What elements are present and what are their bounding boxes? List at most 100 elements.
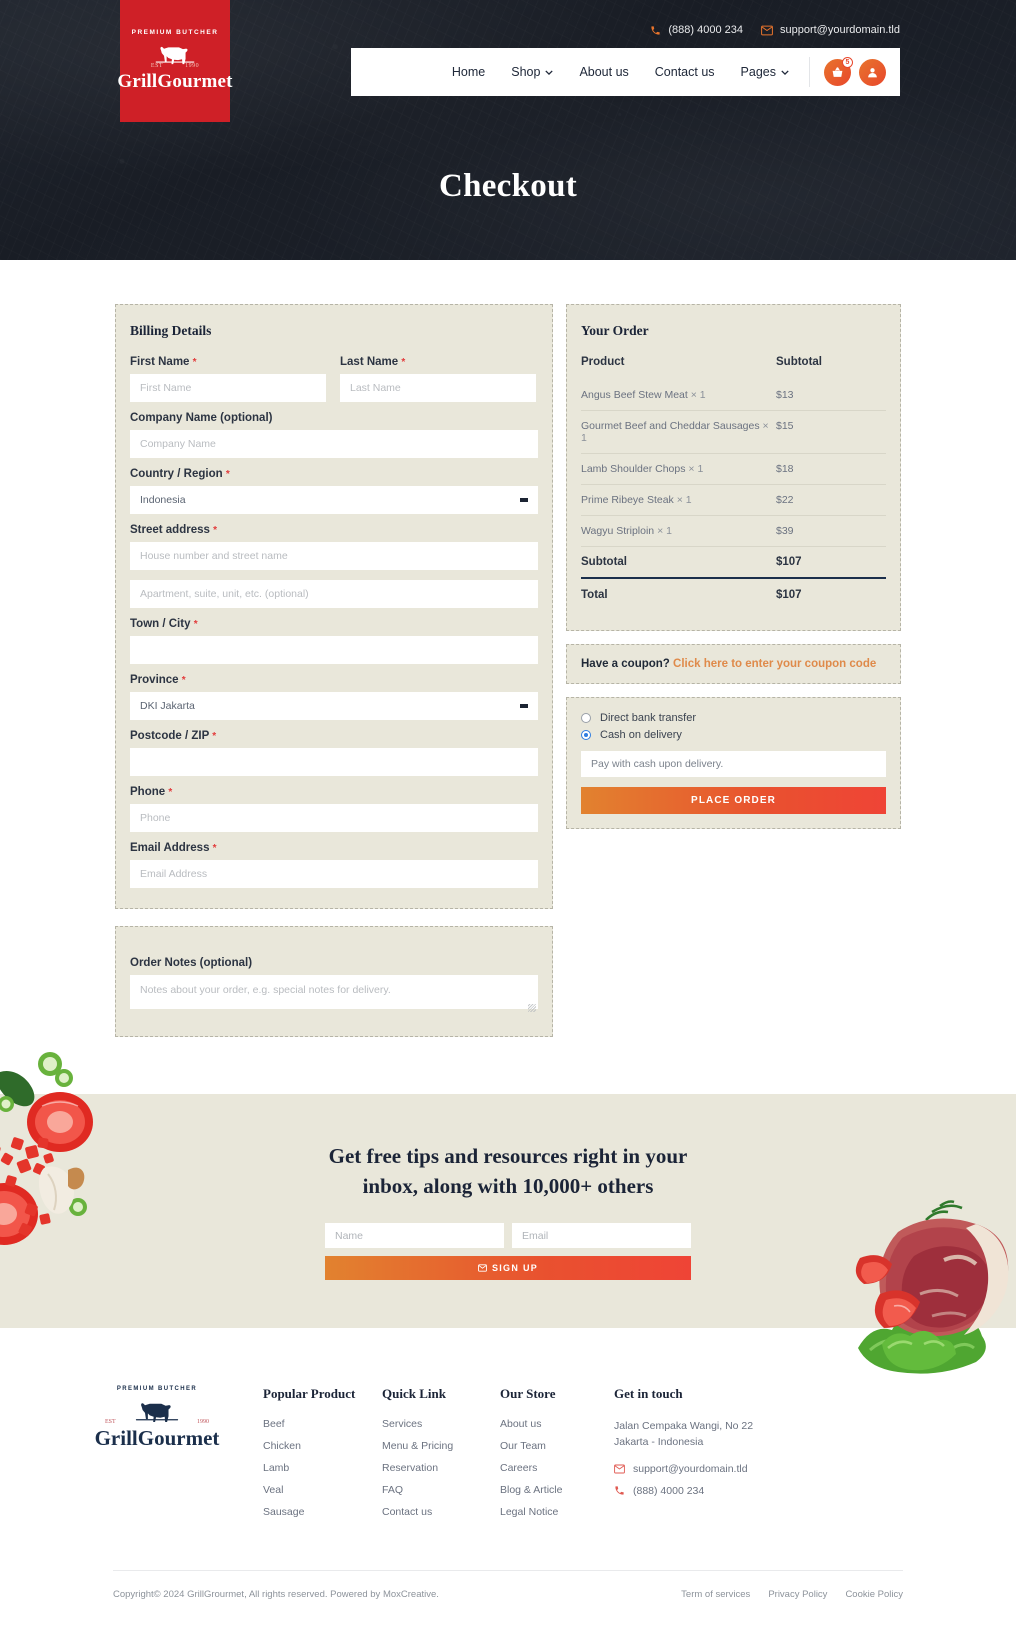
nav-item-contact-us[interactable]: Contact us [655, 65, 715, 79]
nav-item-pages[interactable]: Pages [741, 65, 789, 79]
account-button[interactable] [859, 58, 886, 86]
footer-link-reservation[interactable]: Reservation [382, 1462, 500, 1474]
footer-link-services[interactable]: Services [382, 1418, 500, 1430]
footer-link-faq[interactable]: FAQ [382, 1484, 500, 1496]
nav-links: Home Shop About us Contact us Pages [452, 65, 809, 79]
last-name-label: Last Name * [340, 356, 536, 368]
order-notes-panel: Order Notes (optional) [115, 926, 553, 1037]
legal-link-cookie-policy[interactable]: Cookie Policy [845, 1589, 903, 1600]
chevron-down-icon [520, 704, 528, 708]
footer-link-our-team[interactable]: Our Team [500, 1440, 614, 1452]
cart-button[interactable]: 5 [824, 56, 853, 86]
email-label-text: Email Address [130, 842, 210, 854]
chevron-down-icon [545, 69, 554, 75]
postcode-label-text: Postcode / ZIP [130, 730, 210, 742]
table-row: Angus Beef Stew Meat × 1 $13 [581, 380, 886, 411]
shopping-basket-icon [832, 66, 843, 77]
email-input[interactable] [130, 860, 538, 888]
payment-option-bank-transfer[interactable]: Direct bank transfer [581, 712, 886, 724]
phone-input[interactable] [130, 804, 538, 832]
footer-link-careers[interactable]: Careers [500, 1462, 614, 1474]
footer-phone[interactable]: (888) 4000 234 [614, 1485, 814, 1497]
country-select[interactable]: Indonesia [130, 486, 538, 514]
footer-columns: PREMIUM BUTCHER EST 1990 GrillGourmet Po… [93, 1386, 923, 1528]
newsletter-signup-button[interactable]: SIGN UP [325, 1256, 691, 1281]
nav-item-about-us-label: About us [579, 65, 629, 79]
nav-item-shop[interactable]: Shop [511, 65, 554, 79]
footer-email[interactable]: support@yourdomain.tld [614, 1463, 814, 1475]
order-item-price: $13 [776, 380, 886, 411]
footer-link-sausage[interactable]: Sausage [263, 1506, 382, 1518]
city-group: Town / City * [130, 618, 538, 664]
footer-link-legal-notice[interactable]: Legal Notice [500, 1506, 614, 1518]
footer-email-text: support@yourdomain.tld [633, 1462, 748, 1475]
required-marker: * [181, 675, 186, 686]
footer-logo-est-left: EST [105, 1419, 116, 1425]
order-item-price: $15 [776, 410, 886, 454]
phone-icon [615, 1486, 624, 1495]
phone-label: Phone * [130, 786, 538, 798]
topbar-phone[interactable]: (888) 4000 234 [650, 24, 743, 36]
first-name-input[interactable] [130, 374, 326, 402]
country-selected-value: Indonesia [140, 494, 186, 506]
street-address-input[interactable] [130, 542, 538, 570]
billing-details-panel: Billing Details First Name * Last Name [115, 304, 553, 909]
order-subtotal-value: $107 [776, 546, 886, 579]
radio-icon[interactable] [581, 713, 591, 723]
order-item-qty: × 1 [688, 463, 704, 475]
order-total-value: $107 [776, 589, 802, 601]
newsletter-section: Get free tips and resources right in you… [0, 1052, 1016, 1374]
footer-link-blog-article[interactable]: Blog & Article [500, 1484, 614, 1496]
footer-column-our-store: Our Store About us Our Team Careers Blog… [500, 1386, 614, 1528]
nav-item-home[interactable]: Home [452, 65, 485, 79]
street-address-2-input[interactable] [130, 580, 538, 608]
topbar-email[interactable]: support@yourdomain.tld [761, 24, 900, 36]
payment-option-cash-on-delivery[interactable]: Cash on delivery [581, 729, 886, 741]
order-total-label: Total [581, 589, 608, 601]
province-label: Province * [130, 674, 538, 686]
footer-link-menu-pricing[interactable]: Menu & Pricing [382, 1440, 500, 1452]
city-input[interactable] [130, 636, 538, 664]
footer-link-beef[interactable]: Beef [263, 1418, 382, 1430]
required-marker: * [213, 525, 218, 536]
newsletter-title: Get free tips and resources right in you… [308, 1142, 708, 1202]
legal-link-privacy-policy[interactable]: Privacy Policy [768, 1589, 827, 1600]
coupon-link[interactable]: Click here to enter your coupon code [673, 658, 876, 670]
nav-item-contact-us-label: Contact us [654, 65, 715, 79]
mail-icon [614, 1464, 625, 1473]
footer-link-contact-us[interactable]: Contact us [382, 1506, 500, 1518]
province-select[interactable]: DKI Jakarta [130, 692, 538, 720]
footer-link-veal[interactable]: Veal [263, 1484, 382, 1496]
order-notes-textarea[interactable] [130, 975, 538, 1009]
nav-item-about-us[interactable]: About us [579, 65, 628, 79]
footer-address-line1: Jalan Cempaka Wangi, No 22 [614, 1420, 754, 1432]
newsletter-email-input[interactable] [512, 1223, 691, 1249]
copyright-text: Copyright© 2024 GrillGrourmet, All right… [113, 1589, 439, 1600]
footer-logo-est-row: EST 1990 [105, 1419, 209, 1425]
newsletter-name-input[interactable] [325, 1223, 504, 1249]
postcode-input[interactable] [130, 748, 538, 776]
radio-icon-selected[interactable] [581, 730, 591, 740]
street-address-label-text: Street address [130, 524, 210, 536]
resize-handle-icon[interactable] [528, 1004, 536, 1012]
footer-link-chicken[interactable]: Chicken [263, 1440, 382, 1452]
last-name-input[interactable] [340, 374, 536, 402]
newsletter-title-line2: inbox, along with 10,000+ others [362, 1173, 654, 1198]
hero-banner: PREMIUM BUTCHER EST 1990 GrillGourmet (8… [0, 0, 1016, 260]
place-order-button[interactable]: PLACE ORDER [581, 787, 886, 814]
order-table-header-row: Product Subtotal [581, 356, 886, 380]
footer-heading-popular-product: Popular Product [263, 1386, 356, 1401]
footer-logo[interactable]: PREMIUM BUTCHER EST 1990 GrillGourmet [93, 1386, 221, 1451]
order-table-head: Product Subtotal [581, 356, 886, 380]
site-logo[interactable]: PREMIUM BUTCHER EST 1990 GrillGourmet [117, 0, 232, 122]
footer-link-about-us[interactable]: About us [500, 1418, 614, 1430]
footer-link-lamb[interactable]: Lamb [263, 1462, 382, 1474]
city-label: Town / City * [130, 618, 538, 630]
logo-tagline: PREMIUM BUTCHER [131, 29, 219, 36]
legal-link-term-of-services[interactable]: Term of services [681, 1589, 750, 1600]
cart-count-badge: 5 [842, 56, 853, 68]
topbar-email-text: support@yourdomain.tld [779, 24, 900, 36]
table-row: Wagyu Striploin × 1 $39 [581, 515, 886, 547]
payment-panel: Direct bank transfer Cash on delivery Pa… [566, 697, 901, 829]
company-input[interactable] [130, 430, 538, 458]
